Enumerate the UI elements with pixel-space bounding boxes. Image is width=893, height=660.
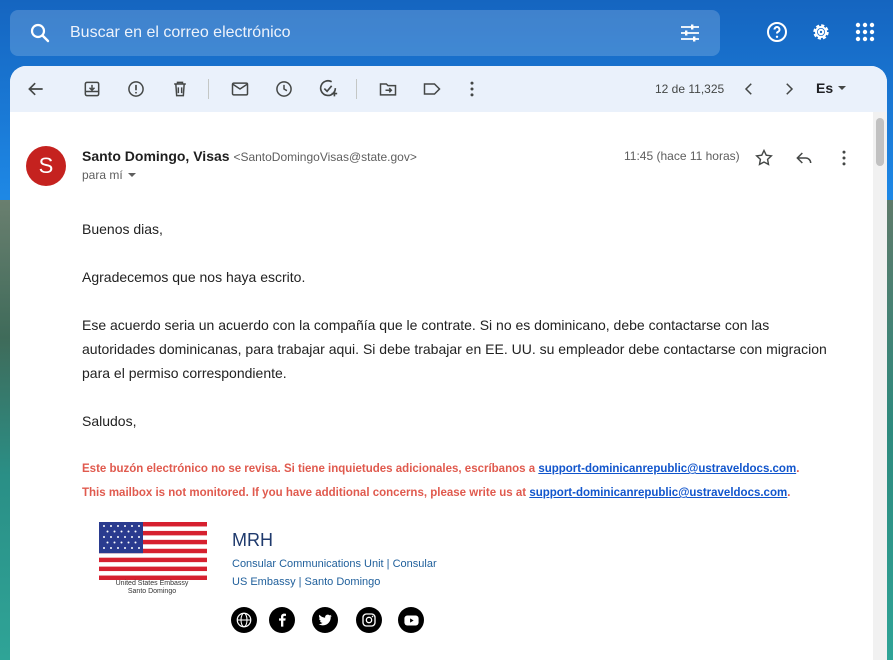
more-vert-icon bbox=[470, 81, 474, 97]
move-to-button[interactable] bbox=[376, 77, 400, 101]
caret-down-icon bbox=[838, 86, 847, 90]
chevron-right-icon bbox=[786, 83, 794, 95]
twitter-icon bbox=[318, 614, 333, 626]
star-icon bbox=[755, 148, 773, 166]
facebook-icon bbox=[279, 613, 286, 627]
body-paragraph-2-line-1: Ese acuerdo seria un acuerdo con la comp… bbox=[82, 317, 770, 333]
toolbar-divider bbox=[356, 79, 357, 99]
body-paragraph-1: Agradecemos que nos haya escrito. bbox=[82, 269, 306, 285]
message-time: 11:45 (hace 11 horas) bbox=[624, 149, 740, 163]
older-button[interactable] bbox=[777, 77, 801, 101]
twitter-link[interactable] bbox=[312, 607, 338, 633]
newer-button[interactable] bbox=[737, 77, 761, 101]
support-email-link[interactable]: support-dominicanrepublic@ustraveldocs.c… bbox=[529, 487, 787, 499]
sender-name[interactable]: Santo Domingo, Visas bbox=[82, 148, 230, 164]
recipient-details[interactable]: para mí bbox=[82, 168, 137, 182]
email-view: 12 de 11,325 Es S Santo Domingo, Visas <… bbox=[10, 66, 887, 660]
add-to-tasks-button[interactable] bbox=[316, 77, 340, 101]
flag-caption: United States Embassy Santo Domingo bbox=[102, 580, 202, 596]
recipient-label: para mí bbox=[82, 168, 123, 182]
sender-avatar[interactable]: S bbox=[26, 146, 66, 186]
archive-button[interactable] bbox=[80, 77, 104, 101]
trash-icon bbox=[174, 81, 186, 97]
globe-icon bbox=[236, 612, 252, 628]
chevron-left-icon bbox=[744, 83, 752, 95]
youtube-icon bbox=[403, 615, 419, 625]
closing: Saludos, bbox=[82, 413, 137, 429]
notice-text-en: This mailbox is not monitored. If you ha… bbox=[82, 487, 530, 499]
clock-icon bbox=[276, 81, 292, 97]
mailbox-notice-en: This mailbox is not monitored. If you ha… bbox=[82, 487, 790, 499]
email-toolbar: 12 de 11,325 Es bbox=[10, 66, 887, 112]
search-bar[interactable]: Buscar en el correo electrónico bbox=[10, 10, 720, 56]
sender-email: <SantoDomingoVisas@state.gov> bbox=[233, 150, 417, 164]
delete-button[interactable] bbox=[168, 77, 192, 101]
notice-end: . bbox=[787, 487, 791, 499]
label-icon bbox=[423, 83, 441, 95]
flag-caption-line-1: United States Embassy bbox=[115, 580, 189, 587]
facebook-link[interactable] bbox=[269, 607, 295, 633]
signature-name: MRH bbox=[232, 530, 273, 550]
search-input[interactable]: Buscar en el correo electrónico bbox=[70, 24, 678, 42]
scrollbar[interactable] bbox=[873, 112, 887, 660]
archive-icon bbox=[84, 81, 100, 97]
star-button[interactable] bbox=[752, 146, 776, 170]
body-paragraph-2-line-2: autoridades dominicanas, para trabajar a… bbox=[82, 341, 827, 357]
more-vert-icon bbox=[842, 150, 846, 166]
instagram-icon bbox=[362, 613, 376, 627]
body-paragraph-2-line-3: para el permiso correspondiente. bbox=[82, 365, 287, 381]
report-spam-button[interactable] bbox=[124, 77, 148, 101]
help-icon[interactable] bbox=[765, 20, 789, 44]
labels-button[interactable] bbox=[420, 77, 444, 101]
back-button[interactable] bbox=[24, 77, 48, 101]
message-more-button[interactable] bbox=[832, 146, 856, 170]
reply-icon bbox=[796, 152, 812, 164]
settings-icon[interactable] bbox=[809, 20, 833, 44]
greeting: Buenos dias, bbox=[82, 221, 163, 237]
signature-line-1: Consular Communications Unit | Consular bbox=[232, 558, 437, 570]
website-link[interactable] bbox=[231, 607, 257, 633]
sender-info: Santo Domingo, Visas <SantoDomingoVisas@… bbox=[82, 148, 417, 164]
notice-text-es: Este buzón electrónico no se revisa. Si … bbox=[82, 463, 539, 475]
notice-end: . bbox=[796, 463, 800, 475]
apps-grid-icon[interactable] bbox=[853, 20, 877, 44]
move-folder-icon bbox=[379, 83, 397, 96]
arrow-left-icon bbox=[28, 82, 43, 96]
snooze-button[interactable] bbox=[272, 77, 296, 101]
message-counter: 12 de 11,325 bbox=[655, 82, 725, 96]
support-email-link[interactable]: support-dominicanrepublic@ustraveldocs.c… bbox=[538, 463, 796, 475]
youtube-link[interactable] bbox=[398, 607, 424, 633]
more-options-button[interactable] bbox=[460, 77, 484, 101]
scrollbar-thumb[interactable] bbox=[876, 118, 884, 166]
mark-unread-button[interactable] bbox=[228, 77, 252, 101]
toolbar-divider bbox=[208, 79, 209, 99]
flag-caption-line-2: Santo Domingo bbox=[127, 588, 177, 595]
reply-button[interactable] bbox=[792, 146, 816, 170]
input-language-selector[interactable]: Es bbox=[816, 80, 847, 96]
search-icon[interactable] bbox=[28, 21, 52, 45]
mailbox-notice-es: Este buzón electrónico no se revisa. Si … bbox=[82, 463, 799, 475]
language-label: Es bbox=[816, 80, 834, 96]
add-task-icon bbox=[319, 79, 338, 97]
us-flag-logo bbox=[99, 522, 207, 580]
caret-down-icon[interactable] bbox=[127, 170, 137, 180]
report-spam-icon bbox=[128, 81, 144, 97]
search-options-icon[interactable] bbox=[678, 21, 702, 45]
signature-line-2: US Embassy | Santo Domingo bbox=[232, 576, 381, 588]
instagram-link[interactable] bbox=[356, 607, 382, 633]
mail-icon bbox=[231, 82, 249, 96]
